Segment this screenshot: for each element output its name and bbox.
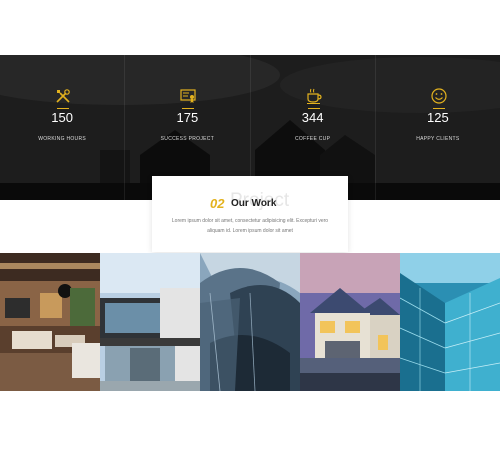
accent-bar <box>307 108 320 109</box>
stat-label: HAPPY CLIENTS <box>416 136 460 142</box>
smile-icon <box>431 88 447 104</box>
stat-value: 175 <box>176 110 199 125</box>
interior-living-room-image <box>0 253 100 391</box>
stat-label: SUCCESS PROJECT <box>160 136 215 142</box>
project-gallery <box>0 253 500 391</box>
gallery-item-glass-tower[interactable] <box>400 253 500 391</box>
certificate-icon <box>180 89 196 103</box>
stat-value: 150 <box>51 110 73 125</box>
coffee-cup-icon <box>306 88 322 104</box>
tools-icon <box>56 89 70 103</box>
section-index: 02 <box>210 196 225 211</box>
accent-bar <box>182 108 195 109</box>
stat-value: 344 <box>301 110 324 125</box>
suburban-house-image <box>300 253 400 391</box>
accent-bar <box>432 108 445 109</box>
modern-house-image <box>100 253 200 391</box>
gallery-item-modern-house[interactable] <box>100 253 200 391</box>
section-title: Our Work <box>231 198 277 209</box>
curved-building-image <box>200 253 300 391</box>
accent-bar <box>57 108 69 109</box>
stat-label: COFFEE CUP <box>295 136 331 142</box>
gallery-item-curved-building[interactable] <box>200 253 300 391</box>
glass-tower-image <box>400 253 500 391</box>
stat-value: 125 <box>427 110 449 125</box>
stat-working-hours: 150 WORKING HOURS <box>0 55 124 200</box>
stat-happy-clients: 125 HAPPY CLIENTS <box>374 55 500 200</box>
gallery-item-interior[interactable] <box>0 253 100 391</box>
section-description: Lorem ipsum dolor sit amet, consectetur … <box>171 218 329 234</box>
section-header-card: Project 02 Our Work Lorem ipsum dolor si… <box>152 176 348 252</box>
stat-label: WORKING HOURS <box>38 136 87 142</box>
gallery-item-suburban-house[interactable] <box>300 253 400 391</box>
